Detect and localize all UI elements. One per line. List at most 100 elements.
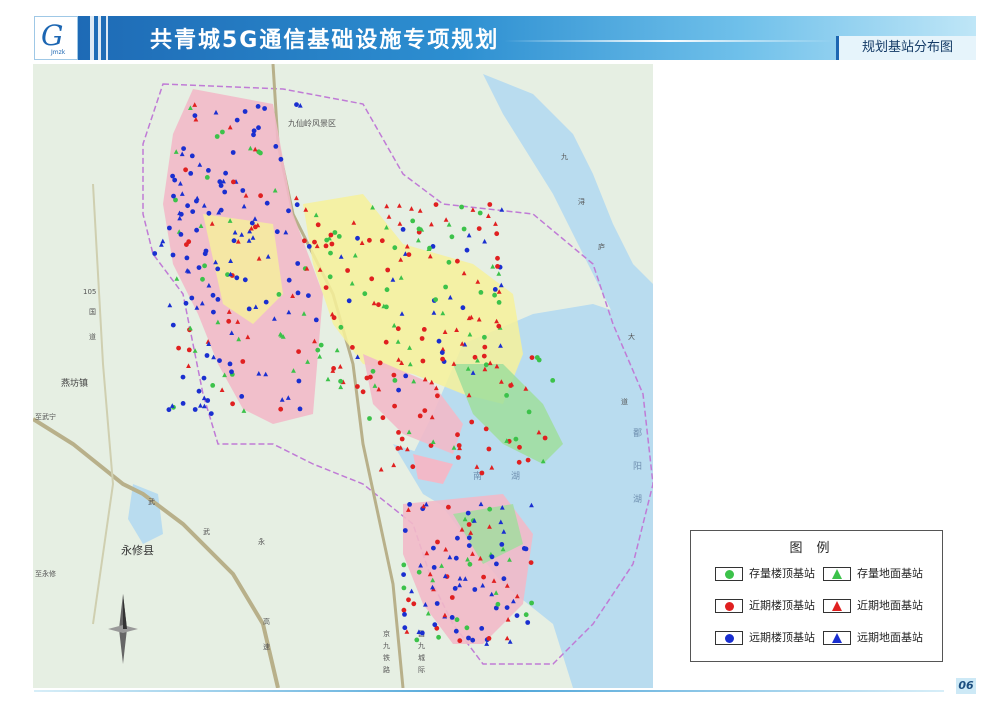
rooftop-station-marker <box>218 183 224 188</box>
rooftop-station-marker <box>362 291 368 297</box>
rooftop-station-marker <box>456 443 462 448</box>
footer-line <box>34 690 944 692</box>
rooftop-station-marker <box>452 586 458 591</box>
rooftop-station-marker <box>210 292 216 298</box>
rooftop-station-marker <box>407 502 412 507</box>
legend-swatch <box>823 599 851 613</box>
rooftop-station-marker <box>231 179 236 185</box>
rooftop-station-marker <box>251 132 256 138</box>
rooftop-station-marker <box>190 209 196 215</box>
place-label: 湖 <box>633 494 642 505</box>
header-stripe <box>106 16 108 60</box>
rooftop-station-marker <box>391 372 397 378</box>
rooftop-station-marker <box>258 193 263 199</box>
rooftop-station-marker <box>306 293 311 298</box>
rooftop-station-marker <box>369 276 375 282</box>
green-circle-icon <box>725 570 734 579</box>
place-label: 九仙岭风景区 <box>288 118 336 128</box>
rooftop-station-marker <box>240 359 246 364</box>
legend-swatch <box>715 631 743 645</box>
rooftop-station-marker <box>246 306 252 312</box>
rooftop-station-marker <box>399 436 405 442</box>
rooftop-station-marker <box>196 265 202 270</box>
rooftop-station-marker <box>295 261 301 266</box>
rooftop-station-marker <box>297 406 303 412</box>
rooftop-station-marker <box>504 605 510 610</box>
legend-label: 存量楼顶基站 <box>749 567 815 580</box>
rooftop-station-marker <box>416 569 422 575</box>
rooftop-station-marker <box>495 601 501 607</box>
rooftop-station-marker <box>264 200 270 206</box>
rooftop-station-marker <box>410 464 416 470</box>
rooftop-station-marker <box>431 545 436 551</box>
rooftop-station-marker <box>411 601 417 607</box>
rooftop-station-marker <box>385 267 391 273</box>
place-label: 武 <box>203 527 210 536</box>
rooftop-station-marker <box>525 457 531 463</box>
rooftop-station-marker <box>453 555 459 561</box>
rooftop-station-marker <box>431 565 437 570</box>
rooftop-station-marker <box>486 446 492 452</box>
rooftop-station-marker <box>499 542 505 547</box>
rooftop-station-marker <box>306 244 312 249</box>
base-station-map[interactable]: 九仙岭风景区 燕坊镇 永修县 至武宁 至永修 南 湖 鄱 阳 湖 九 浔 庐 大… <box>33 64 653 688</box>
rooftop-station-marker <box>526 409 532 415</box>
rooftop-station-marker <box>189 153 195 159</box>
header-decoration-line <box>504 40 834 42</box>
rooftop-station-marker <box>256 125 261 131</box>
place-label: 永修县 <box>121 543 154 557</box>
rooftop-station-marker <box>466 535 472 541</box>
rooftop-station-marker <box>184 242 189 248</box>
rooftop-station-marker <box>286 208 291 214</box>
rooftop-station-marker <box>256 149 262 155</box>
rooftop-station-marker <box>376 302 381 308</box>
rooftop-station-marker <box>501 576 507 582</box>
rooftop-station-marker <box>234 117 240 123</box>
rooftop-station-marker <box>202 263 208 269</box>
rooftop-station-marker <box>446 259 452 265</box>
rooftop-station-marker <box>392 378 398 383</box>
rooftop-station-marker <box>406 252 412 257</box>
header-stripe <box>90 16 94 60</box>
rooftop-station-marker <box>201 375 207 381</box>
rooftop-station-marker <box>294 202 300 208</box>
rooftop-station-marker <box>181 146 187 151</box>
place-label: 武 <box>148 497 155 506</box>
rooftop-station-marker <box>255 104 261 109</box>
rooftop-station-marker <box>460 305 466 311</box>
rooftop-station-marker <box>481 574 486 580</box>
rooftop-station-marker <box>188 171 194 176</box>
rooftop-station-marker <box>529 600 534 606</box>
legend-title: 图例 <box>789 541 844 556</box>
rooftop-station-marker <box>406 597 411 603</box>
rooftop-station-marker <box>367 237 372 243</box>
rooftop-station-marker <box>286 277 292 283</box>
rooftop-station-marker <box>204 353 210 358</box>
rooftop-station-marker <box>449 595 455 600</box>
rooftop-station-marker <box>338 324 344 330</box>
rooftop-station-marker <box>504 393 509 398</box>
rooftop-station-marker <box>479 626 485 631</box>
rooftop-station-marker <box>350 345 355 350</box>
rooftop-station-marker <box>178 232 184 237</box>
rooftop-station-marker <box>443 284 448 290</box>
rooftop-station-marker <box>200 276 205 282</box>
rooftop-station-marker <box>494 561 499 567</box>
place-label: 九 <box>383 641 390 650</box>
rooftop-station-marker <box>401 562 407 568</box>
rooftop-station-marker <box>355 384 360 389</box>
rooftop-station-marker <box>461 226 467 232</box>
rooftop-station-marker <box>249 220 255 226</box>
rooftop-station-marker <box>455 455 461 460</box>
rooftop-station-marker <box>482 344 488 350</box>
rooftop-station-marker <box>421 327 427 332</box>
rooftop-station-marker <box>464 247 470 253</box>
rooftop-station-marker <box>489 554 495 560</box>
rooftop-station-marker <box>529 355 535 360</box>
rooftop-station-marker <box>171 193 176 199</box>
legend-label: 近期楼顶基站 <box>749 599 815 612</box>
rooftop-station-marker <box>206 210 212 216</box>
rooftop-station-marker <box>550 378 556 383</box>
rooftop-station-marker <box>517 444 522 450</box>
rooftop-station-marker <box>496 323 502 329</box>
